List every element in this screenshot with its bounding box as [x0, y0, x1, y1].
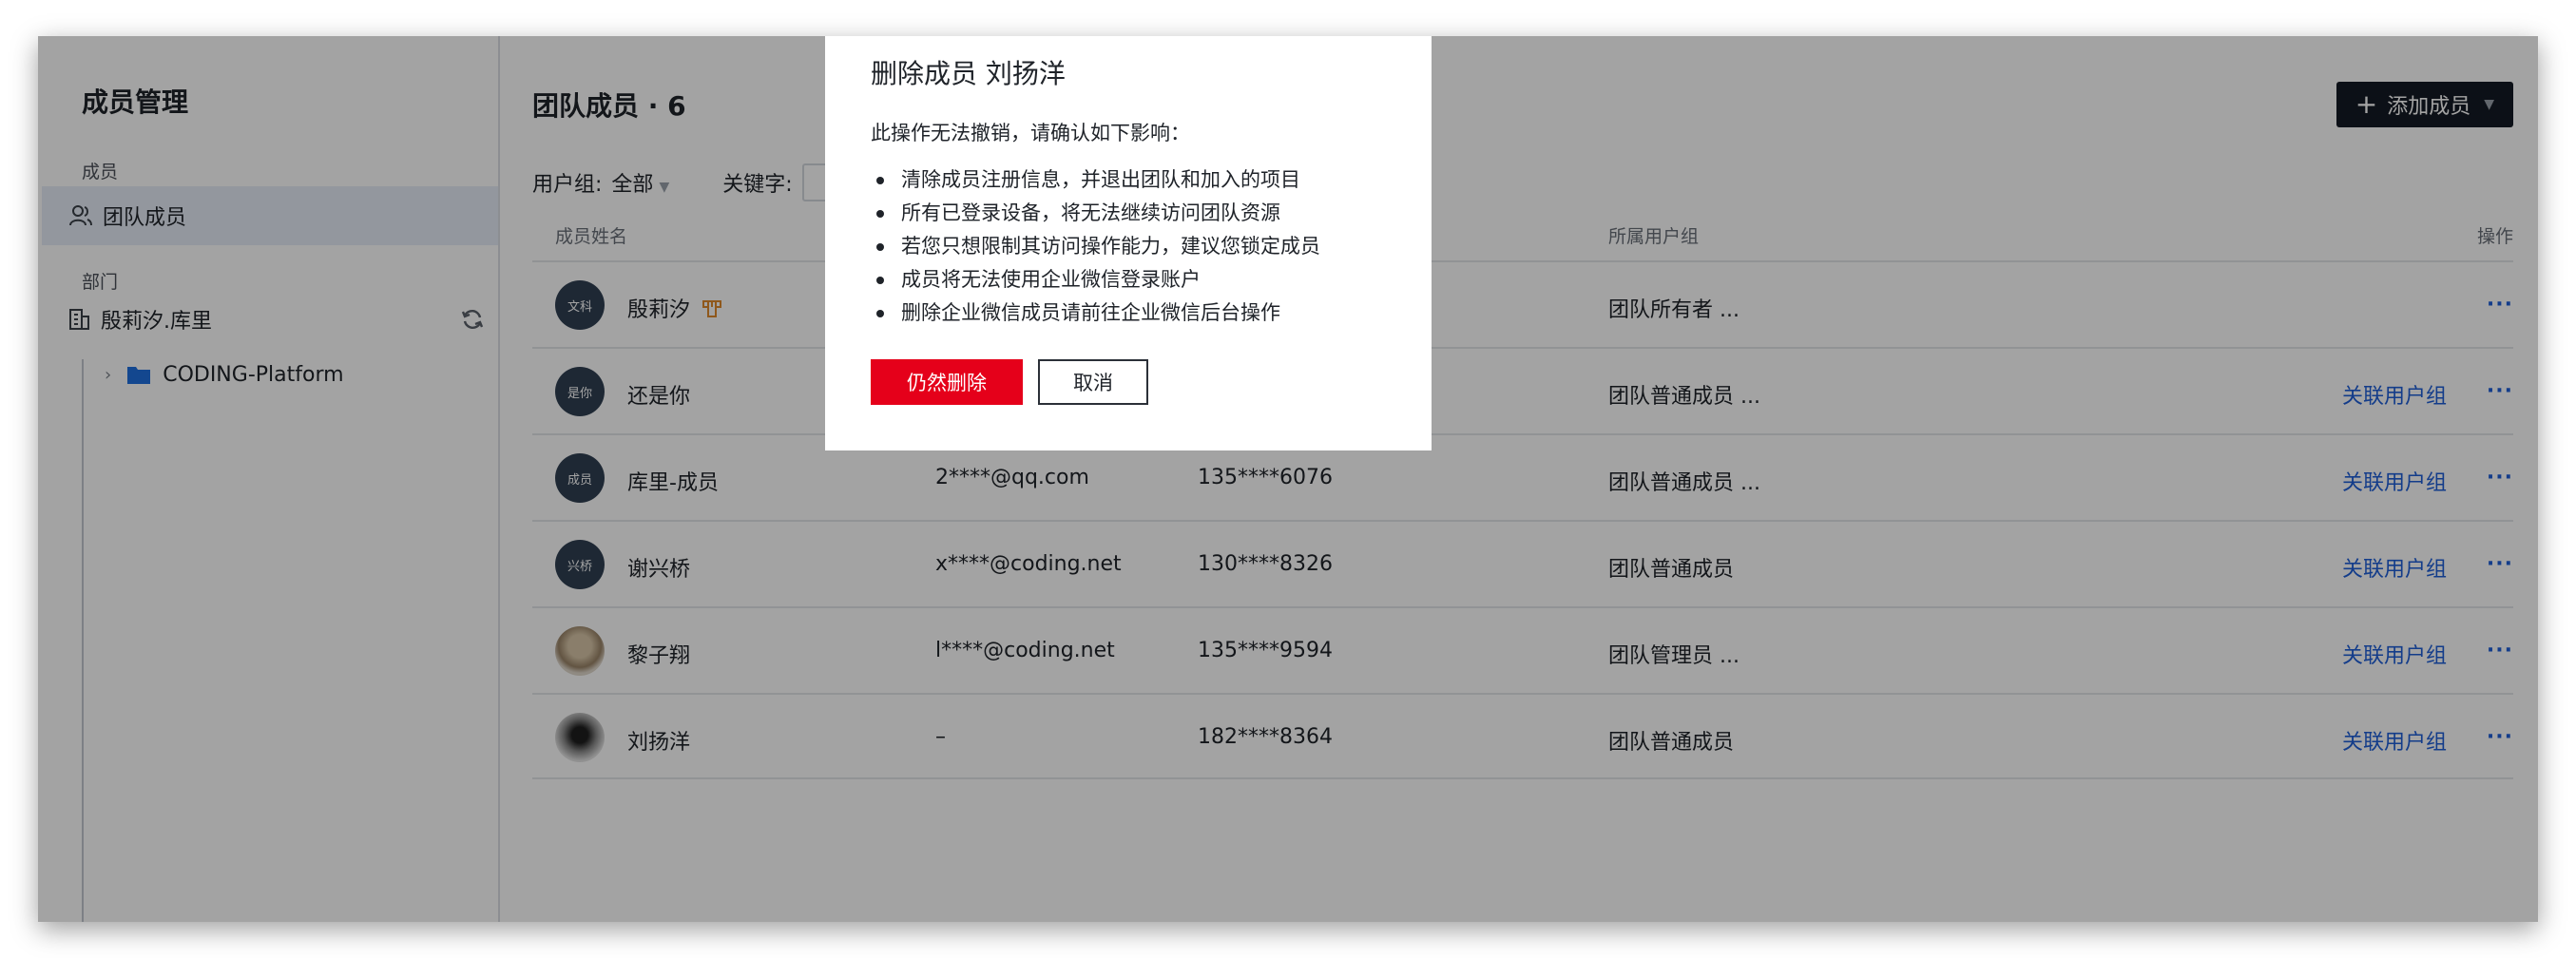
dialog-description: 此操作无法撤销，请确认如下影响： — [871, 122, 1190, 144]
impact-item: 若您只想限制其访问操作能力，建议您锁定成员 — [871, 230, 1320, 263]
impact-list: 清除成员注册信息，并退出团队和加入的项目 所有已登录设备，将无法继续访问团队资源… — [871, 163, 1320, 330]
app-window: 成员管理 成员 团队成员 部门 殷莉汐.库里 › CODING-Platform… — [38, 36, 2538, 922]
cancel-button[interactable]: 取消 — [1038, 359, 1148, 405]
impact-item: 所有已登录设备，将无法继续访问团队资源 — [871, 197, 1320, 230]
impact-item: 清除成员注册信息，并退出团队和加入的项目 — [871, 163, 1320, 197]
impact-item: 成员将无法使用企业微信登录账户 — [871, 263, 1320, 297]
delete-member-dialog: 删除成员 刘扬洋 此操作无法撤销，请确认如下影响： 清除成员注册信息，并退出团队… — [825, 36, 1432, 450]
dialog-title: 删除成员 刘扬洋 — [871, 58, 1066, 89]
impact-item: 删除企业微信成员请前往企业微信后台操作 — [871, 297, 1320, 330]
confirm-delete-button[interactable]: 仍然删除 — [871, 359, 1023, 405]
